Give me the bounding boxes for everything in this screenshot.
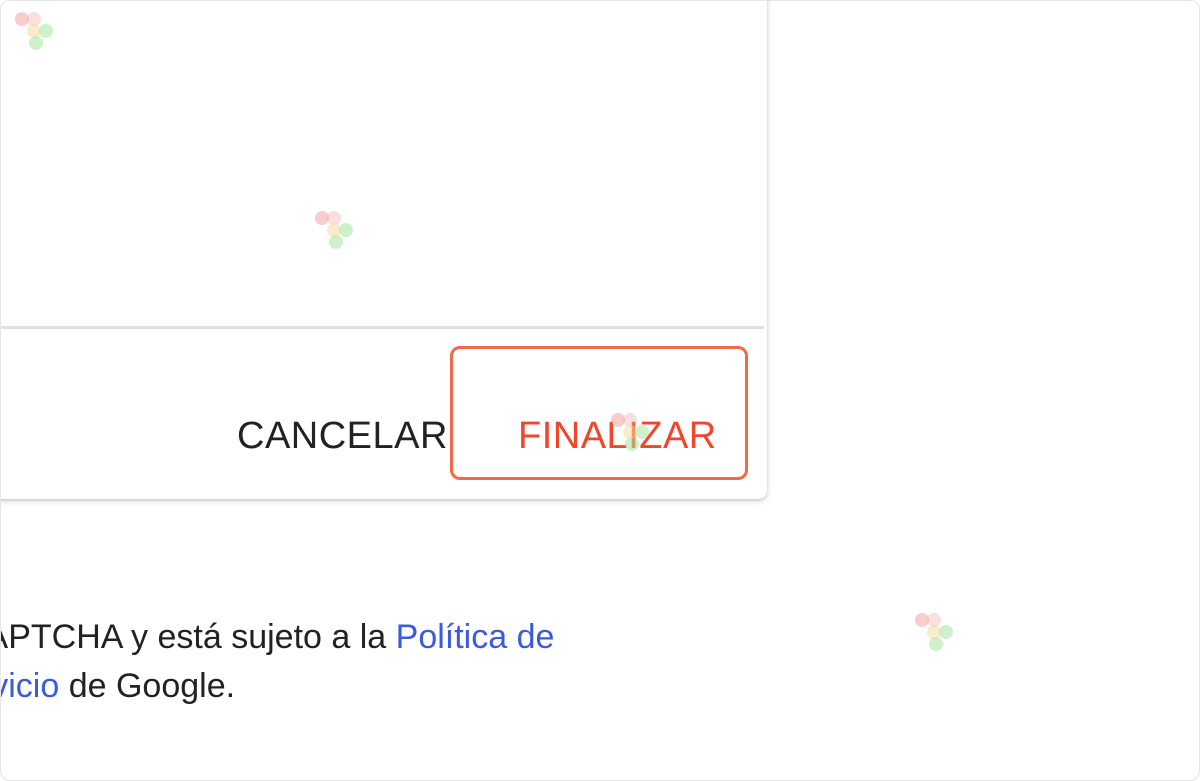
dialog-divider [1, 326, 764, 329]
recaptcha-text-after: de Google. [59, 667, 236, 705]
recaptcha-notice: CAPTCHA y está sujeto a la Política de e… [0, 613, 761, 711]
finish-button[interactable]: FINALIZAR [512, 415, 723, 457]
terms-of-service-link[interactable]: ervicio [1, 667, 59, 705]
cursor-marker-icon [915, 613, 969, 661]
recaptcha-text-before: CAPTCHA y está sujeto a la [0, 618, 396, 656]
cancel-button[interactable]: CANCELAR [231, 415, 454, 457]
dialog-body [1, 1, 767, 326]
screenshot-frame: CANCELAR FINALIZAR CAPTCHA y está sujeto… [0, 0, 1200, 781]
privacy-policy-link[interactable]: Política de [396, 618, 555, 656]
